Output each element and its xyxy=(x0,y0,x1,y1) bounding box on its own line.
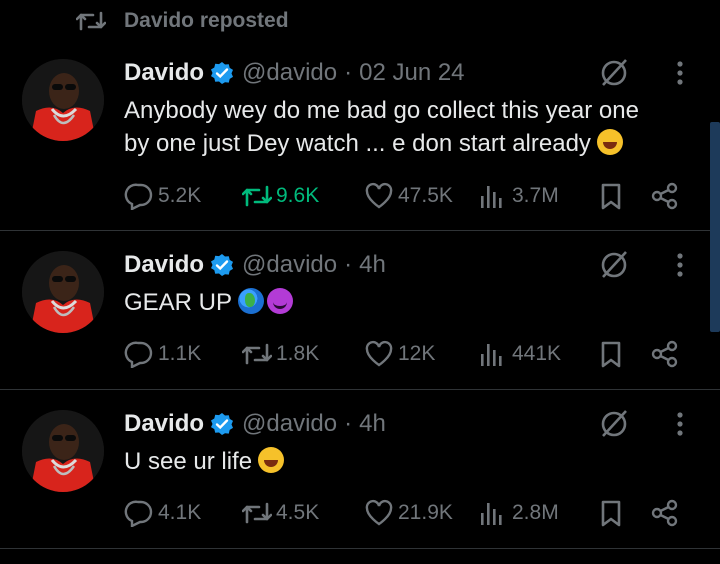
like-count: 12K xyxy=(398,342,436,365)
repost-icon xyxy=(242,343,272,365)
more-options-icon[interactable] xyxy=(670,56,690,90)
like-count: 21.9K xyxy=(398,501,453,524)
tweet-actions: 4.1K 4.5K 21.9K 2.8M xyxy=(124,497,684,529)
repost-banner-text[interactable]: Davido reposted xyxy=(124,9,289,33)
repost-icon xyxy=(76,11,106,31)
repost-button[interactable]: 9.6K xyxy=(242,180,319,212)
divider xyxy=(0,389,720,390)
bookmark-button[interactable] xyxy=(596,497,626,529)
tweet-actions: 1.1K 1.8K 12K 441K xyxy=(124,338,684,370)
tweet-header: Davido @davido · 4h xyxy=(124,407,386,441)
tweet-text: GEAR UP xyxy=(124,286,694,319)
share-icon xyxy=(651,340,678,368)
reply-icon xyxy=(124,341,153,368)
separator-dot: · xyxy=(344,59,353,86)
scrollbar[interactable] xyxy=(710,122,720,332)
repost-button[interactable]: 4.5K xyxy=(242,497,319,529)
display-name[interactable]: Davido xyxy=(124,59,204,87)
display-name[interactable]: Davido xyxy=(124,251,204,279)
view-count: 441K xyxy=(512,342,562,365)
tweet-text-line: by one just Dey watch ... e don start al… xyxy=(124,130,591,157)
repost-icon xyxy=(242,185,272,207)
globe-emoji xyxy=(238,288,265,314)
share-icon xyxy=(651,182,678,210)
repost-count: 1.8K xyxy=(276,342,320,365)
reply-button[interactable]: 5.2K xyxy=(124,180,201,212)
verified-badge-icon xyxy=(211,413,234,435)
bookmark-button[interactable] xyxy=(596,180,626,212)
repost-count: 9.6K xyxy=(276,184,320,207)
tweet-text-content: GEAR UP xyxy=(124,289,233,316)
timestamp[interactable]: 4h xyxy=(359,410,386,438)
reply-count: 1.1K xyxy=(158,342,202,365)
views-button[interactable]: 441K xyxy=(478,338,561,370)
like-button[interactable]: 21.9K xyxy=(364,497,453,529)
laughing-crying-emoji xyxy=(596,129,623,155)
repost-icon xyxy=(242,502,272,524)
views-bar-chart-icon xyxy=(481,344,502,366)
devil-emoji xyxy=(267,288,294,314)
tweet-header: Davido @davido · 02 Jun 24 xyxy=(124,56,465,90)
grok-icon[interactable] xyxy=(597,56,631,90)
timestamp[interactable]: 4h xyxy=(359,251,386,279)
tweet-text: U see ur life xyxy=(124,445,694,478)
tweet-actions: 5.2K 9.6K 47.5K 3.7M xyxy=(124,180,684,212)
reply-icon xyxy=(124,500,153,527)
grok-icon[interactable] xyxy=(597,248,631,282)
heart-icon xyxy=(365,340,393,367)
like-button[interactable]: 12K xyxy=(364,338,435,370)
display-name[interactable]: Davido xyxy=(124,410,204,438)
share-icon xyxy=(651,499,678,527)
divider xyxy=(0,230,720,231)
share-button[interactable] xyxy=(650,497,680,529)
avatar[interactable] xyxy=(22,251,104,333)
share-button[interactable] xyxy=(650,338,680,370)
handle[interactable]: @davido xyxy=(242,59,337,87)
bookmark-button[interactable] xyxy=(596,338,626,370)
tweet-text-line: Anybody wey do me bad go collect this ye… xyxy=(124,97,639,124)
heart-icon xyxy=(365,499,393,526)
reply-icon xyxy=(124,183,153,210)
divider xyxy=(0,548,720,549)
views-bar-chart-icon xyxy=(481,186,502,208)
views-button[interactable]: 3.7M xyxy=(478,180,559,212)
view-count: 2.8M xyxy=(512,501,559,524)
repost-count: 4.5K xyxy=(276,501,320,524)
bookmark-icon xyxy=(601,183,621,210)
separator-dot: · xyxy=(344,251,353,278)
handle[interactable]: @davido xyxy=(242,251,337,279)
like-button[interactable]: 47.5K xyxy=(364,180,453,212)
tweet-text-line-2: by one just Dey watch ... e don start al… xyxy=(124,127,694,160)
heart-icon xyxy=(365,182,393,209)
laughing-crying-emoji xyxy=(258,447,285,473)
tweet-text: Anybody wey do me bad go collect this ye… xyxy=(124,94,694,160)
bookmark-icon xyxy=(601,341,621,368)
verified-badge-icon xyxy=(211,62,234,84)
repost-button[interactable]: 1.8K xyxy=(242,338,319,370)
like-count: 47.5K xyxy=(398,184,453,207)
separator-dot: · xyxy=(344,410,353,437)
more-options-icon[interactable] xyxy=(670,407,690,441)
verified-badge-icon xyxy=(211,254,234,276)
reply-count: 5.2K xyxy=(158,184,202,207)
views-bar-chart-icon xyxy=(481,503,502,525)
view-count: 3.7M xyxy=(512,184,559,207)
timestamp[interactable]: 02 Jun 24 xyxy=(359,59,464,87)
more-options-icon[interactable] xyxy=(670,248,690,282)
reply-count: 4.1K xyxy=(158,501,202,524)
avatar[interactable] xyxy=(22,59,104,141)
reply-button[interactable]: 1.1K xyxy=(124,338,201,370)
views-button[interactable]: 2.8M xyxy=(478,497,559,529)
repost-banner: Davido reposted xyxy=(76,6,289,36)
tweet-text-content: U see ur life xyxy=(124,448,253,475)
grok-icon[interactable] xyxy=(597,407,631,441)
tweet-header: Davido @davido · 4h xyxy=(124,248,386,282)
bookmark-icon xyxy=(601,500,621,527)
handle[interactable]: @davido xyxy=(242,410,337,438)
reply-button[interactable]: 4.1K xyxy=(124,497,201,529)
avatar[interactable] xyxy=(22,410,104,492)
share-button[interactable] xyxy=(650,180,680,212)
